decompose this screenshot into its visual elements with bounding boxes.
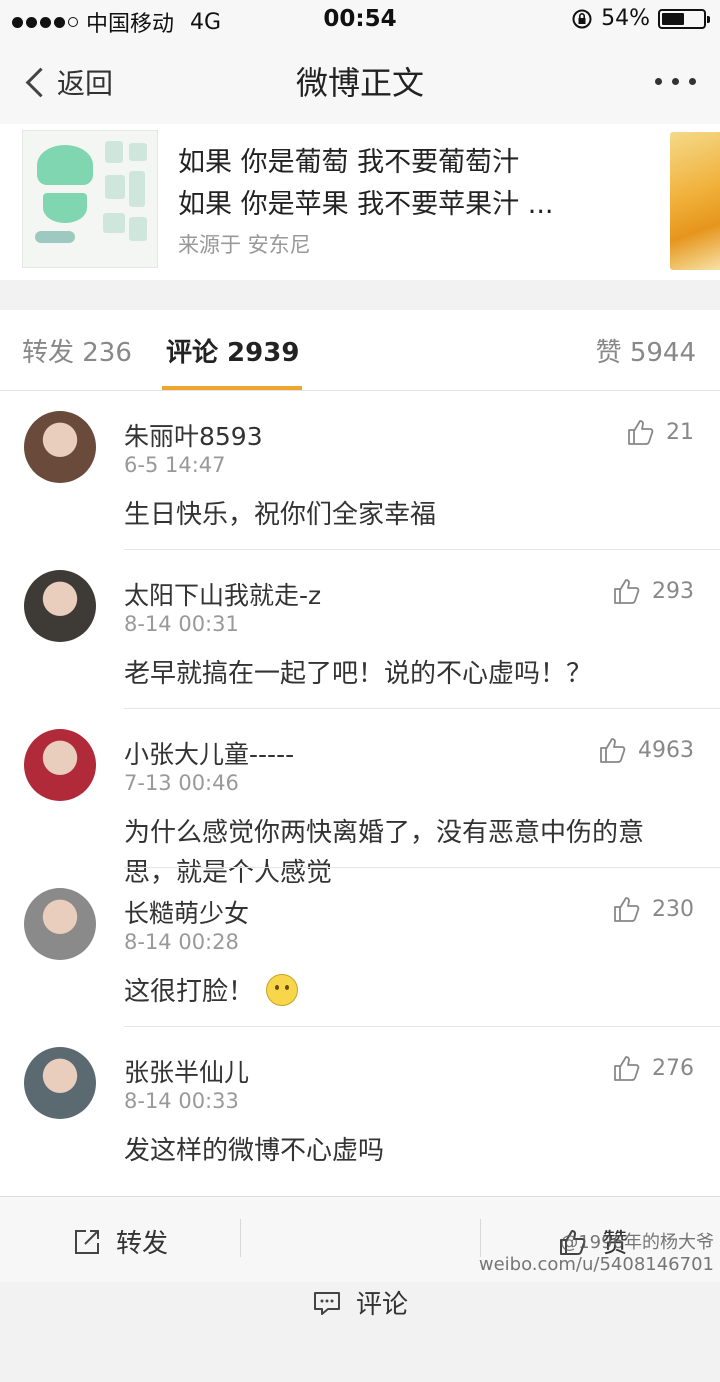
post-source: 来源于 安东尼 — [178, 233, 311, 257]
comment-like-count: 230 — [652, 896, 694, 922]
avatar[interactable] — [24, 729, 96, 801]
comment-like-count: 293 — [652, 578, 694, 604]
comment-username[interactable]: 太阳下山我就走-z — [124, 576, 321, 612]
battery-icon — [658, 8, 710, 29]
active-tab-indicator — [162, 386, 302, 390]
battery-percent: 54% — [601, 6, 650, 31]
comment-item: 小张大儿童----- 7-13 00:46 为什么感觉你两快离婚了，没有恶意中伤… — [0, 709, 720, 888]
thumbs-up-icon — [614, 579, 640, 604]
comment-text: 老早就搞在一起了吧！说的不心虚吗！？ — [124, 659, 593, 689]
comment-item: 长糙萌少女 8-14 00:28 这很打脸！ 230 — [0, 868, 720, 1027]
comment-time: 8-14 00:28 — [124, 930, 239, 954]
comment-item: 张张半仙儿 8-14 00:33 发这样的微博不心虚吗 276 — [0, 1027, 720, 1186]
comment-username[interactable]: 长糙萌少女 — [124, 894, 249, 930]
avatar[interactable] — [24, 570, 96, 642]
comment-username[interactable]: 张张半仙儿 — [124, 1053, 249, 1089]
repost-button[interactable]: 转发 — [72, 1223, 168, 1260]
post-thumbnail[interactable] — [22, 130, 158, 268]
post-card[interactable]: 如果 你是葡萄 我不要葡萄汁 如果 你是苹果 我不要苹果汁 ... 来源于 安东… — [0, 124, 720, 280]
comment-like-button[interactable]: 21 — [626, 417, 694, 447]
more-options-button[interactable] — [655, 78, 696, 85]
status-bar: 中国移动 4G 00:54 54% — [0, 0, 720, 40]
page-title: 微博正文 — [295, 64, 424, 102]
repost-label: 转发 — [116, 1229, 169, 1259]
comment-button[interactable]: 评论 — [312, 1223, 408, 1382]
watermark-user: @1996年的杨大爷 — [560, 1232, 714, 1253]
thumbs-up-icon — [628, 420, 654, 445]
comments-list: 朱丽叶8593 6-5 14:47 生日快乐，祝你们全家幸福 21 太阳下山我就… — [0, 391, 720, 1196]
comment-time: 8-14 00:31 — [124, 612, 239, 636]
post-excerpt: 如果 你是葡萄 我不要葡萄汁 如果 你是苹果 我不要苹果汁 ... 来源于 安东… — [178, 142, 658, 262]
stats-tabs: 转发 236 评论 2939 赞 5944 — [0, 310, 720, 391]
comment-like-button[interactable]: 230 — [612, 894, 694, 924]
divider — [240, 1219, 241, 1257]
comment-like-count: 4963 — [638, 737, 694, 763]
more-dot-icon — [655, 78, 662, 85]
comment-time: 8-14 00:33 — [124, 1089, 239, 1113]
thumbs-up-icon — [600, 738, 626, 763]
navigation-bar: 返回 微博正文 — [0, 40, 720, 125]
comment-time: 6-5 14:47 — [124, 453, 226, 477]
share-icon — [75, 1229, 99, 1254]
avatar[interactable] — [24, 411, 96, 483]
watermark-url: weibo.com/u/5408146701 — [478, 1254, 714, 1275]
post-line-2: 如果 你是苹果 我不要苹果汁 ... — [178, 189, 554, 220]
battery-info: 54% — [571, 6, 710, 31]
thumbs-up-icon — [614, 897, 640, 922]
comment-text: 这很打脸！ — [124, 972, 684, 1012]
emoji-icon — [266, 974, 299, 1006]
tab-comments[interactable]: 评论 2939 — [166, 332, 299, 369]
comment-icon — [314, 1291, 340, 1315]
comment-like-count: 21 — [666, 419, 694, 445]
comment-text: 生日快乐，祝你们全家幸福 — [124, 500, 437, 530]
more-dot-icon — [672, 78, 679, 85]
comment-label: 评论 — [356, 1290, 409, 1320]
comment-time: 7-13 00:46 — [124, 771, 239, 795]
comment-item: 太阳下山我就走-z 8-14 00:31 老早就搞在一起了吧！说的不心虚吗！？ … — [0, 550, 720, 709]
comment-like-button[interactable]: 293 — [612, 576, 694, 606]
comment-like-button[interactable]: 4963 — [598, 735, 694, 765]
tab-repost[interactable]: 转发 236 — [22, 332, 132, 369]
comment-like-button[interactable]: 276 — [612, 1053, 694, 1083]
avatar[interactable] — [24, 1047, 96, 1119]
watermark: @1996年的杨大爷 weibo.com/u/5408146701 — [479, 1232, 714, 1276]
comment-username[interactable]: 朱丽叶8593 — [124, 417, 263, 453]
rotation-lock-icon — [572, 9, 592, 28]
comment-username[interactable]: 小张大儿童----- — [124, 735, 294, 771]
comment-text-content: 这很打脸！ — [124, 977, 255, 1007]
avatar[interactable] — [24, 888, 96, 960]
comment-text: 发这样的微博不心虚吗 — [124, 1136, 385, 1166]
tab-likes[interactable]: 赞 5944 — [596, 332, 696, 369]
more-dot-icon — [689, 78, 696, 85]
comment-like-count: 276 — [652, 1055, 694, 1081]
comment-item: 朱丽叶8593 6-5 14:47 生日快乐，祝你们全家幸福 21 — [0, 391, 720, 550]
thumbs-up-icon — [614, 1056, 640, 1081]
post-line-1: 如果 你是葡萄 我不要葡萄汁 — [178, 147, 520, 178]
side-image[interactable] — [670, 132, 720, 270]
